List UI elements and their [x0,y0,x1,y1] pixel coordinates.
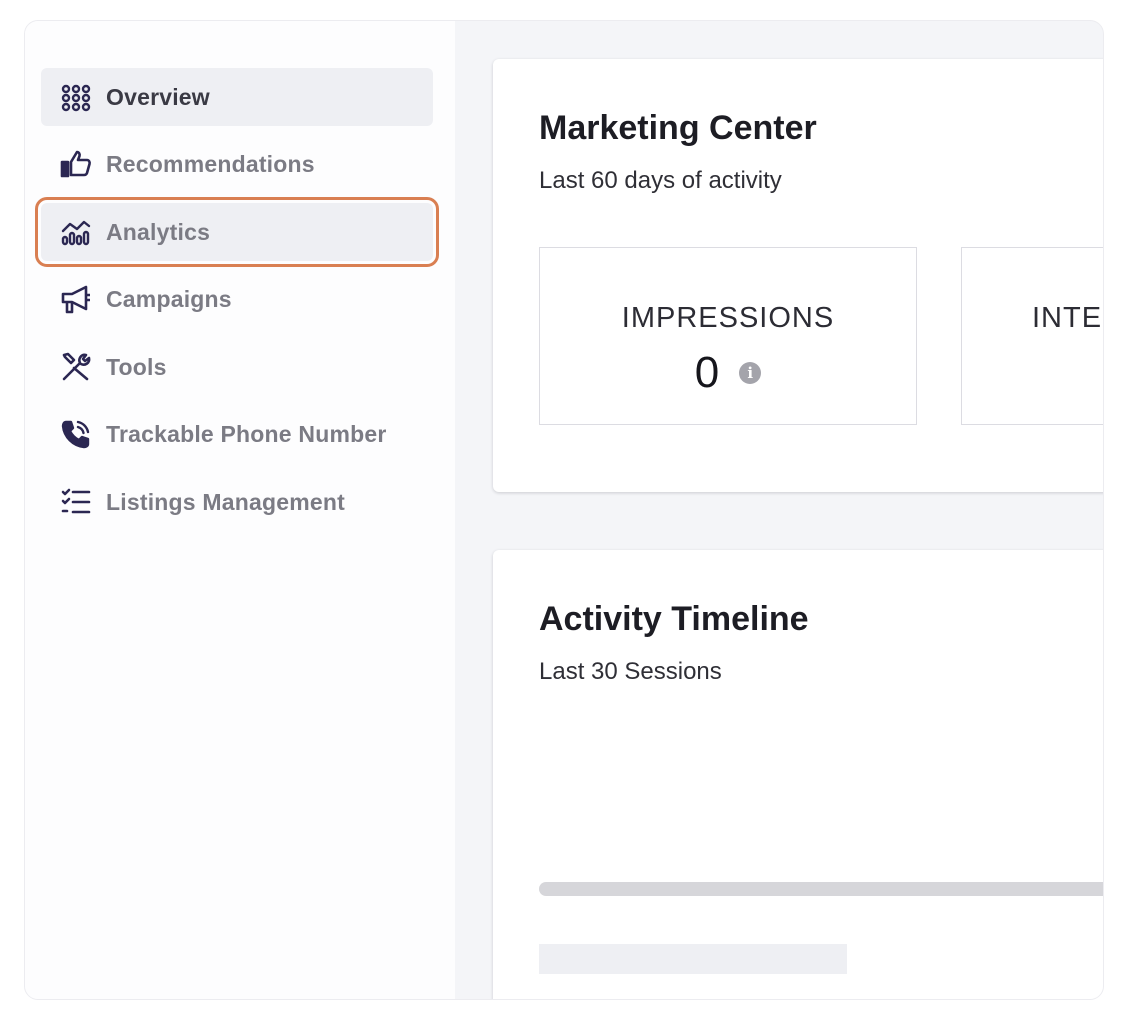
grid-icon [60,81,92,113]
loading-placeholder [539,944,847,974]
tools-icon [60,351,92,383]
metric-value-row: 0 i [540,348,916,398]
sidebar-item-label: Campaigns [106,285,232,312]
sidebar-item-campaigns[interactable]: Campaigns [41,270,433,328]
sidebar-item-label: Overview [106,83,210,110]
info-icon[interactable]: i [739,362,762,384]
metric-interactions: INTE [961,247,1103,425]
phone-ringing-icon [60,418,92,450]
card-title: Activity Timeline [539,600,809,638]
analytics-chart-icon [60,216,92,248]
sidebar-item-tools[interactable]: Tools [41,338,433,396]
sidebar-item-recommendations[interactable]: Recommendations [41,135,433,193]
sidebar-item-listings-management[interactable]: Listings Management [41,473,433,531]
marketing-center-card: Marketing Center Last 60 days of activit… [493,59,1103,492]
main-content: Marketing Center Last 60 days of activit… [455,21,1103,999]
app-window: Overview Recommendations Analytics Campa… [24,20,1104,1000]
sidebar: Overview Recommendations Analytics Campa… [25,21,455,999]
thumbs-up-icon [60,148,92,180]
sidebar-item-label: Analytics [106,218,211,245]
metric-label: IMPRESSIONS [621,302,835,334]
card-subtitle: Last 60 days of activity [539,167,782,194]
activity-timeline-card: Activity Timeline Last 30 Sessions [493,550,1103,999]
card-subtitle: Last 30 Sessions [539,658,722,685]
sidebar-item-analytics[interactable]: Analytics [35,197,439,267]
sidebar-item-label: Trackable Phone Number [106,420,387,447]
megaphone-icon [60,283,92,315]
checklist-icon [60,486,92,518]
sidebar-item-label: Tools [106,353,167,380]
loading-bar [539,882,1103,896]
card-title: Marketing Center [539,109,817,147]
sidebar-item-overview[interactable]: Overview [41,68,433,126]
metric-label: INTE [1032,302,1103,334]
sidebar-item-label: Recommendations [106,150,315,177]
sidebar-item-label: Listings Management [106,488,345,515]
metric-value: 0 [694,348,720,397]
sidebar-item-trackable-phone-number[interactable]: Trackable Phone Number [41,405,433,463]
metric-impressions: IMPRESSIONS 0 i [539,247,917,425]
